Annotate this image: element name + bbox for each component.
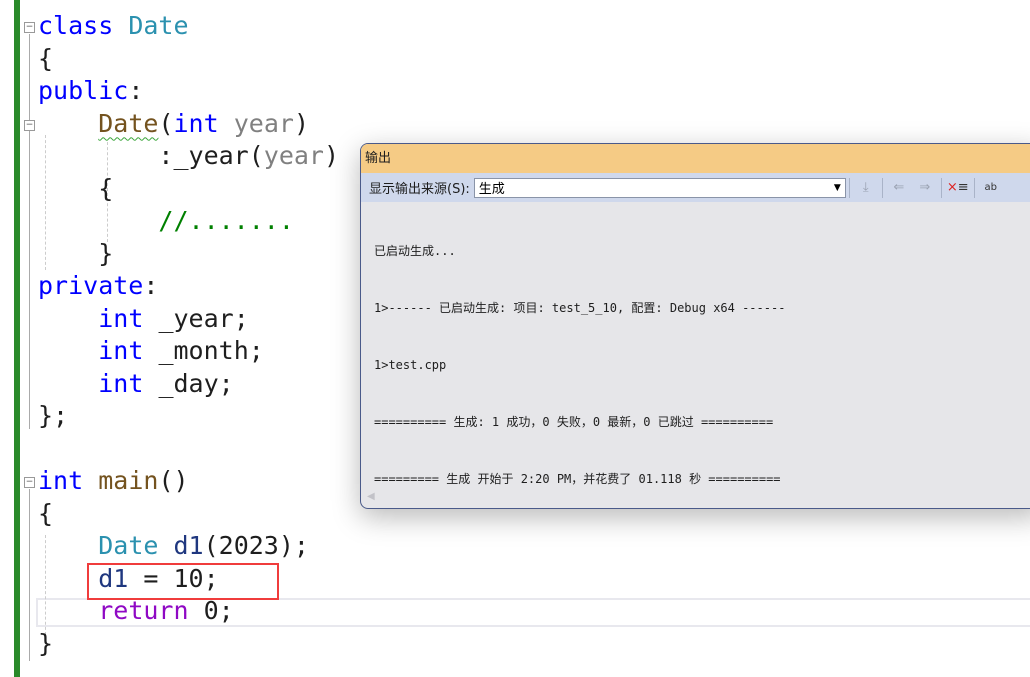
code-token: : (143, 271, 159, 300)
code-line[interactable]: } (38, 238, 339, 271)
next-message-icon[interactable]: ⇒ (912, 180, 938, 195)
code-line[interactable]: int _day; (38, 368, 339, 401)
output-line: ========= 生成 开始于 2:20 PM，并花费了 01.118 秒 =… (374, 472, 781, 486)
code-line[interactable]: } (38, 628, 339, 661)
code-token: class (38, 11, 129, 40)
toolbar-divider (848, 177, 850, 198)
code-line[interactable]: :_year(year) (38, 140, 339, 173)
fold-line (29, 34, 30, 429)
code-line[interactable]: int main() (38, 465, 339, 498)
code-token: Date (128, 11, 189, 40)
output-source-label: 显示输出来源(S): (369, 182, 470, 197)
code-token: private (38, 271, 144, 300)
code-token: d1 (173, 531, 204, 560)
code-token: int (38, 466, 99, 495)
code-token: : (128, 76, 144, 105)
change-indicator-bar (14, 0, 20, 677)
output-line: ========== 生成: 1 成功，0 失败，0 最新，0 已跳过 ====… (374, 415, 774, 429)
scroll-left-icon[interactable]: ◀ (367, 491, 375, 502)
code-token: } (38, 238, 114, 268)
code-line[interactable]: { (38, 173, 339, 206)
highlight-box (87, 563, 279, 600)
output-source-value: 生成 (478, 182, 505, 197)
code-line[interactable]: int _year; (38, 303, 339, 336)
code-line[interactable]: public: (38, 75, 339, 108)
output-window[interactable]: 输出 显示输出来源(S): 生成 ▼ ⤓ ⇐ ⇒ ×≡ ab 已启动生成... … (360, 143, 1030, 509)
collapse-class-icon[interactable]: − (24, 22, 35, 33)
find-message-icon[interactable]: ⤓ (853, 180, 879, 195)
code-token: _day; (158, 368, 234, 398)
collapse-main-icon[interactable]: − (24, 477, 35, 488)
code-token: ) (293, 108, 309, 138)
output-toolbar: 显示输出来源(S): 生成 ▼ ⤓ ⇐ ⇒ ×≡ ab (361, 173, 1030, 202)
output-line: 已启动生成... (374, 244, 456, 258)
code-token: public (38, 76, 129, 105)
code-token: int (173, 108, 234, 138)
output-line: 1>test.cpp (374, 358, 447, 372)
output-source-select[interactable]: 生成 ▼ (473, 177, 846, 198)
code-token: year (263, 141, 324, 170)
code-token: } (38, 628, 54, 658)
word-wrap-icon[interactable]: ab (978, 182, 1004, 193)
code-token: }; (38, 401, 69, 430)
output-text[interactable]: 已启动生成... 1>------ 已启动生成: 项目: test_5_10, … (361, 202, 1030, 508)
code-line[interactable]: class Date (38, 10, 339, 43)
code-token: 0; (203, 596, 234, 625)
code-token: int (98, 368, 159, 398)
code-token: :_year( (38, 141, 264, 170)
chevron-down-icon: ▼ (833, 182, 841, 193)
code-token: int (98, 303, 159, 333)
code-line[interactable]: Date d1(2023); (38, 530, 339, 563)
output-title: 输出 (361, 144, 1030, 173)
code-token: _year; (158, 303, 249, 333)
collapse-constructor-icon[interactable]: − (24, 120, 35, 131)
code-token: _month; (158, 336, 264, 365)
code-line[interactable]: { (38, 498, 339, 531)
code-token: Date (98, 531, 174, 560)
code-line[interactable]: private: (38, 270, 339, 303)
code-token: { (38, 498, 54, 528)
code-token: int (98, 336, 159, 365)
clear-all-icon[interactable]: ×≡ (945, 180, 971, 195)
prev-message-icon[interactable]: ⇐ (886, 180, 912, 195)
code-token: (2023); (203, 531, 309, 560)
code-token: Date (98, 108, 159, 138)
code-token: main (98, 466, 159, 495)
code-line[interactable]: Date(int year) (38, 108, 339, 141)
code-line[interactable]: //....... (38, 205, 339, 238)
code-token: //....... (158, 206, 294, 235)
code-token: () (158, 466, 189, 495)
code-token: { (38, 173, 114, 203)
code-line[interactable]: }; (38, 400, 339, 433)
code-line[interactable]: { (38, 43, 339, 76)
fold-line (29, 489, 30, 661)
code-line[interactable]: int _month; (38, 335, 339, 368)
code-token: ) (324, 141, 340, 170)
output-line: 1>------ 已启动生成: 项目: test_5_10, 配置: Debug… (374, 301, 786, 315)
toolbar-divider (940, 177, 942, 198)
code-token: return (98, 596, 204, 625)
code-line[interactable] (38, 433, 339, 466)
code-token: { (38, 43, 54, 73)
toolbar-divider (973, 177, 975, 198)
toolbar-divider (881, 177, 883, 198)
code-token: year (233, 108, 294, 138)
code-token: ( (158, 108, 174, 138)
